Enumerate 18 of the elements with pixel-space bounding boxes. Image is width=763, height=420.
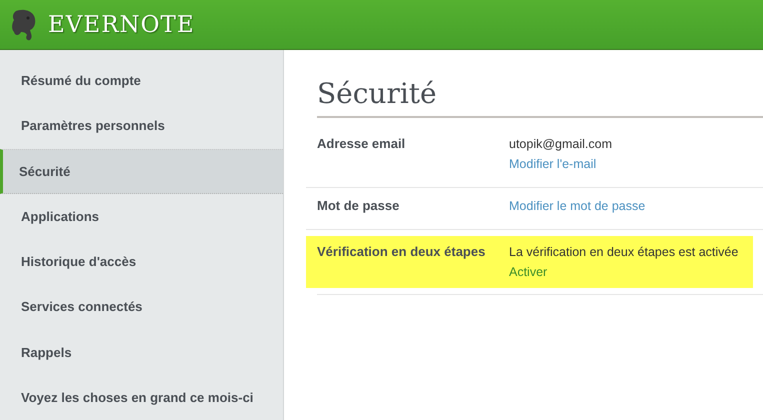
sidebar-item[interactable]: Applications (0, 194, 283, 240)
edit-link[interactable]: Modifier le mot de passe (509, 196, 646, 216)
setting-value: La vérification en deux étapes est activée (509, 244, 738, 261)
setting-label: Vérification en deux étapes (317, 243, 486, 261)
sidebar-item[interactable]: Services connectés (0, 284, 283, 330)
activate-link[interactable]: Activer (509, 262, 548, 282)
sidebar-item[interactable]: Rappels (0, 330, 283, 375)
setting-label: Mot de passe (317, 197, 400, 215)
sidebar-item[interactable]: Voyez les choses en grand ce mois-ci (0, 374, 283, 420)
edit-link[interactable]: Modifier l'e-mail (509, 154, 596, 174)
sidebar-item[interactable]: Sécurité (0, 148, 283, 194)
sidebar-item[interactable]: Résumé du compte (0, 58, 283, 104)
brand-name: EVERNOTE (48, 12, 195, 38)
sidebar-item[interactable]: Paramètres personnels (0, 103, 283, 148)
page-title: Sécurité (317, 76, 438, 112)
sidebar-item[interactable]: Historique d'accès (0, 239, 283, 284)
setting-label: Adresse email (317, 135, 406, 153)
setting-value: utopik@gmail.com (509, 136, 612, 153)
